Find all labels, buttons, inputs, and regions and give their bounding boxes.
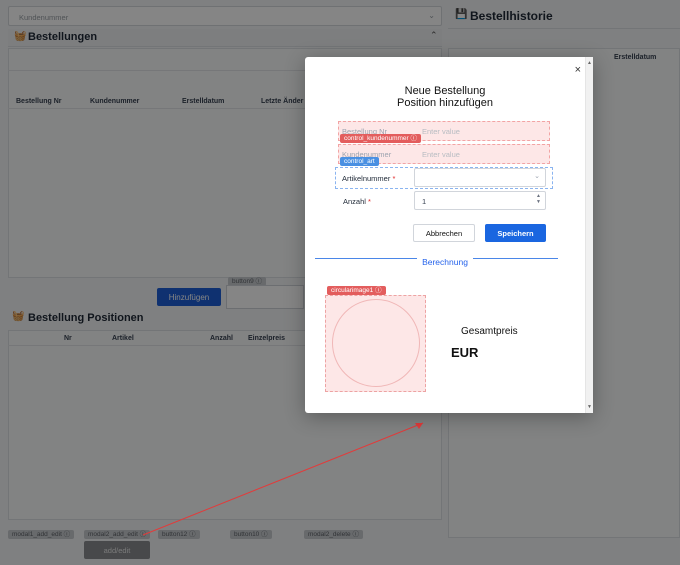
modal-title-line2: Position hinzufügen bbox=[396, 97, 493, 109]
save-button[interactable]: Speichern bbox=[485, 224, 546, 242]
quantity-value: 1 bbox=[422, 197, 427, 206]
control-kundenummer-tag-label: control_kundenummer bbox=[344, 135, 409, 142]
total-price-label: Gesamtpreis bbox=[461, 326, 518, 337]
article-required-mark: * bbox=[392, 174, 396, 183]
stepper-arrows-icon[interactable]: ▲ ▼ bbox=[536, 193, 541, 205]
quantity-label-text: Anzahl bbox=[343, 197, 366, 206]
chevron-down-icon: ⌄ bbox=[534, 173, 540, 180]
modal-scrollbar[interactable]: ▲ ▼ bbox=[585, 57, 593, 413]
control-art-tag: control_art bbox=[340, 157, 379, 166]
calculation-heading: Berechnung bbox=[417, 257, 473, 267]
modal-title-line1: Neue Bestellung bbox=[404, 85, 486, 97]
quantity-label: Anzahl * bbox=[343, 197, 371, 206]
order-nr-input[interactable]: Enter value bbox=[422, 127, 460, 136]
quantity-required-mark: * bbox=[368, 197, 371, 206]
scroll-up-icon[interactable]: ▲ bbox=[587, 60, 592, 66]
article-nr-label: Artikelnummer * bbox=[342, 174, 395, 183]
article-nr-select[interactable]: ⌄ bbox=[414, 168, 546, 187]
circularimage1-tag: circularimage1 ⓘ bbox=[327, 286, 386, 295]
control-kundenummer-tag: control_kundenummer ⓘ bbox=[340, 134, 421, 143]
calculation-heading-wrap: Berechnung bbox=[305, 252, 585, 270]
circularimage1-tag-label: circularimage1 bbox=[331, 287, 374, 294]
circular-image-outline bbox=[332, 299, 420, 387]
close-icon[interactable]: × bbox=[575, 64, 581, 76]
total-price-currency: EUR bbox=[451, 345, 479, 360]
circular-image-placeholder[interactable] bbox=[325, 295, 426, 392]
control-art-tag-label: control_art bbox=[344, 158, 375, 165]
scroll-down-icon[interactable]: ▼ bbox=[587, 404, 592, 410]
article-nr-label-text: Artikelnummer bbox=[342, 174, 391, 183]
quantity-stepper[interactable]: 1 ▲ ▼ bbox=[414, 191, 546, 210]
add-position-modal: ▲ ▼ × Neue Bestellung Position hinzufüge… bbox=[305, 57, 593, 413]
customer-nr-input[interactable]: Enter value bbox=[422, 150, 460, 159]
cancel-button[interactable]: Abbrechen bbox=[413, 224, 475, 242]
